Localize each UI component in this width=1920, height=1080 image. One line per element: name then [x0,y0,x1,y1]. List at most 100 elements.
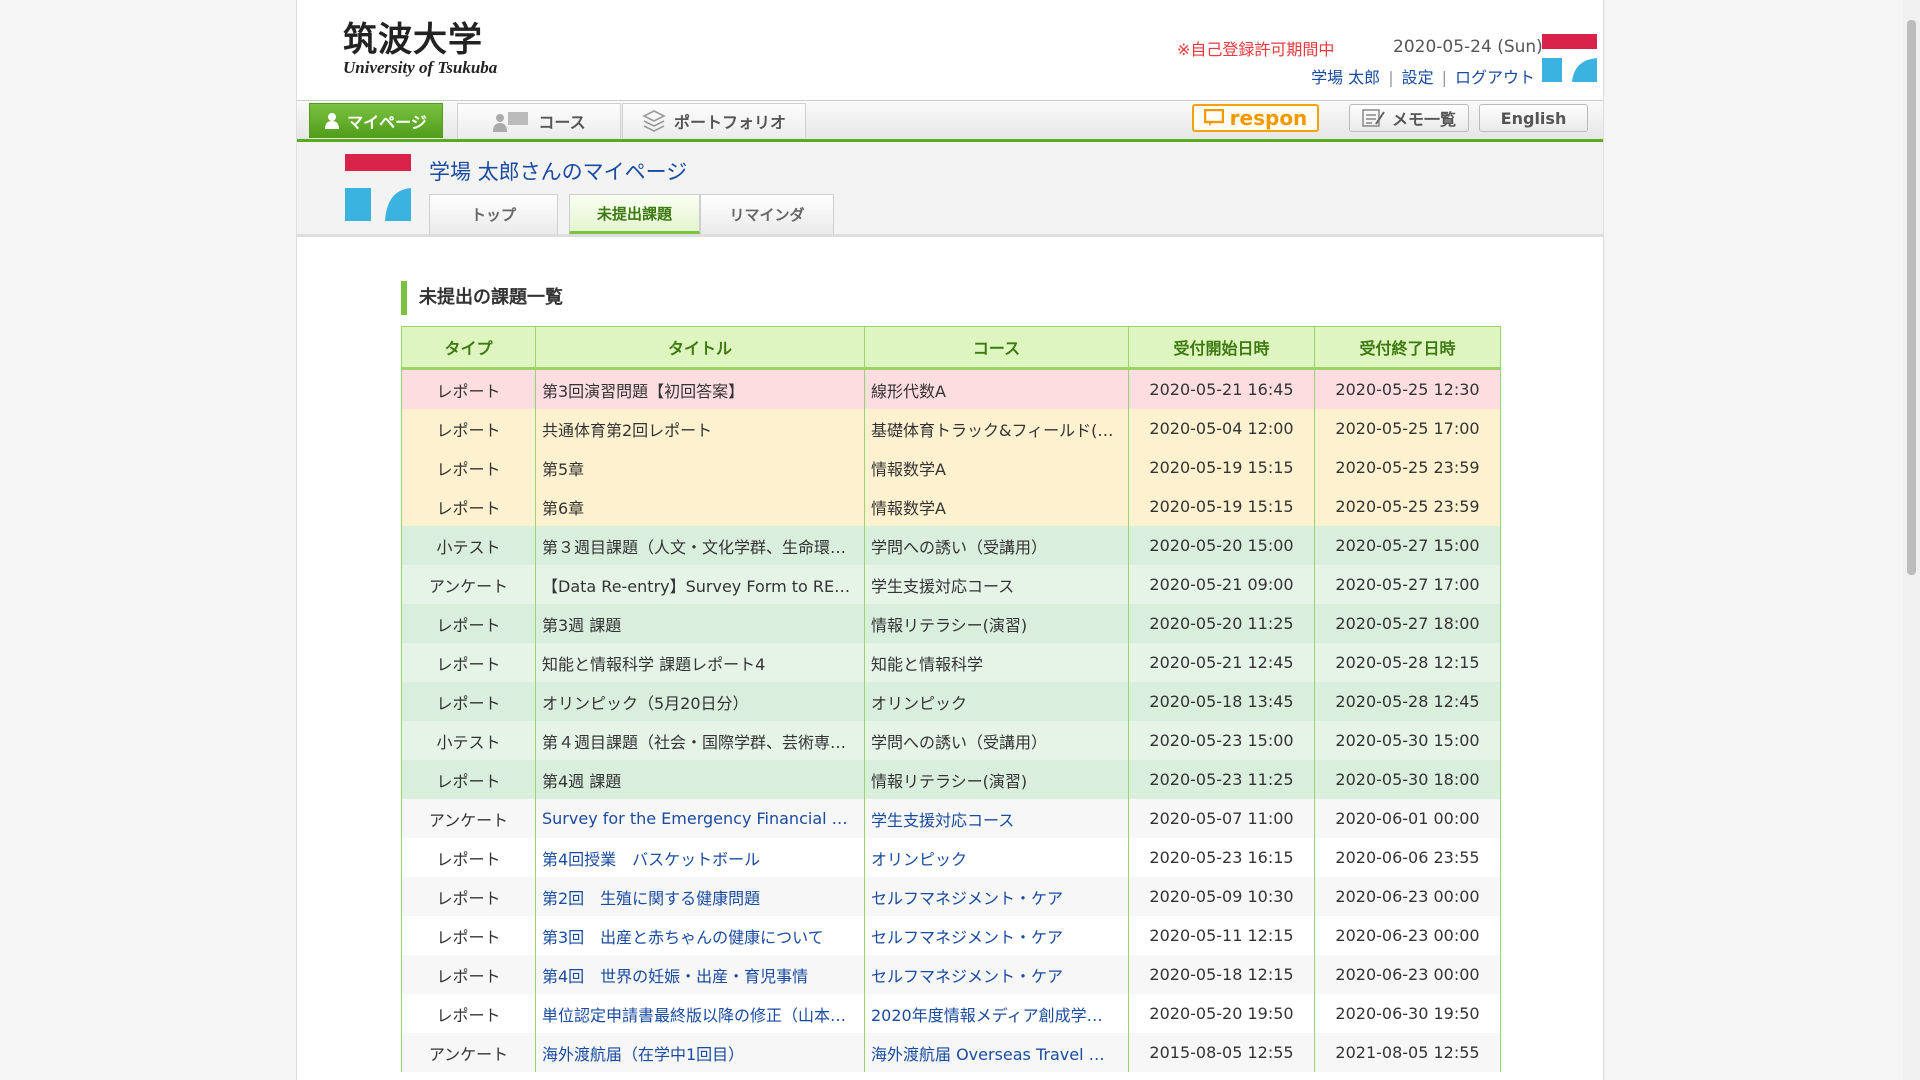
cell-course[interactable]: 2020年度情報メディア創成学… [864,994,1129,1033]
cell-course[interactable]: オリンピック [864,838,1129,877]
cell-start: 2020-05-20 11:25 [1128,604,1315,643]
cell-course[interactable]: 情報数学A [864,448,1129,487]
column-header-end[interactable]: 受付終了日時 [1314,326,1501,370]
cell-end: 2020-06-06 23:55 [1314,838,1501,877]
scrollbar[interactable] [1903,0,1920,1080]
cell-start: 2015-08-05 12:55 [1128,1033,1315,1072]
cell-course[interactable]: 基礎体育トラック&フィールド(… [864,409,1129,448]
respon-label: respon [1229,106,1308,130]
cell-end: 2020-05-30 18:00 [1314,760,1501,799]
cell-course[interactable]: 海外渡航届 Overseas Travel … [864,1033,1129,1072]
cell-title[interactable]: オリンピック（5月20日分） [535,682,865,721]
table-row: レポート 第4回授業 バスケットボール オリンピック 2020-05-23 16:15… [401,838,1501,877]
table-row: レポート 第4週 課題 情報リテラシー(演習) 2020-05-23 11:25 202… [401,760,1501,799]
university-logo[interactable]: 筑波大学 University of Tsukuba [343,22,497,78]
cell-start: 2020-05-18 12:15 [1128,955,1315,994]
cell-title[interactable]: 第2回 生殖に関する健康問題 [535,877,865,916]
table-row: レポート 第3週 課題 情報リテラシー(演習) 2020-05-20 11:25 202… [401,604,1501,643]
respon-button[interactable]: respon [1192,104,1319,132]
tab-reminder[interactable]: リマインダ [700,194,834,234]
cell-type: レポート [401,838,536,877]
cell-start: 2020-05-19 15:15 [1128,487,1315,526]
cell-type: レポート [401,760,536,799]
column-header-course[interactable]: コース [864,326,1129,370]
cell-course[interactable]: 情報リテラシー(演習) [864,760,1129,799]
cell-course[interactable]: 学問への誘い（受講用） [864,526,1129,565]
cell-course[interactable]: 知能と情報科学 [864,643,1129,682]
tab-top[interactable]: トップ [429,194,558,234]
column-header-start[interactable]: 受付開始日時 [1128,326,1315,370]
cell-course[interactable]: オリンピック [864,682,1129,721]
table-row: レポート 第5章 情報数学A 2020-05-19 15:15 2020-05-25 2… [401,448,1501,487]
cell-title[interactable]: 第5章 [535,448,865,487]
cell-title[interactable]: 単位認定申請書最終版以降の修正（山本… [535,994,865,1033]
logout-link[interactable]: ログアウト [1455,68,1535,87]
cell-title[interactable]: 海外渡航届（在学中1回目） [535,1033,865,1072]
scrollbar-thumb[interactable] [1907,20,1916,575]
table-row: レポート 知能と情報科学 課題レポート4 知能と情報科学 2020-05-21 12:… [401,643,1501,682]
cell-course[interactable]: 情報リテラシー(演習) [864,604,1129,643]
column-header-type[interactable]: タイプ [401,326,536,370]
cell-end: 2020-05-25 23:59 [1314,487,1501,526]
cell-course[interactable]: 学生支援対応コース [864,799,1129,838]
cell-end: 2020-05-30 15:00 [1314,721,1501,760]
cell-start: 2020-05-21 16:45 [1128,368,1315,409]
mypage-header: 学場 太郎さんのマイページ トップ 未提出課題 リマインダ [297,142,1603,237]
unsubmitted-tasks-table: タイプ タイトル コース 受付開始日時 受付終了日時 レポート 第3回演習問題【初… [401,326,1501,1072]
cell-title[interactable]: Survey for the Emergency Financial … [535,799,865,838]
cell-title[interactable]: 共通体育第2回レポート [535,409,865,448]
english-button[interactable]: English [1479,104,1588,132]
cell-course[interactable]: 線形代数A [864,368,1129,409]
memo-icon [1362,109,1385,127]
cell-title[interactable]: 第6章 [535,487,865,526]
tab-portfolio[interactable]: ポートフォリオ [622,103,806,138]
table-row: 小テスト 第３週目課題（人文・文化学群、生命環… 学問への誘い（受講用） 2020-0… [401,526,1501,565]
cell-type: アンケート [401,1033,536,1072]
cell-course[interactable]: セルフマネジメント・ケア [864,877,1129,916]
cell-title[interactable]: 第3回演習問題【初回答案】 [535,368,865,409]
cell-title[interactable]: 第4週 課題 [535,760,865,799]
table-body: レポート 第3回演習問題【初回答案】 線形代数A 2020-05-21 16:45 20… [401,368,1501,1072]
cell-title[interactable]: 第３週目課題（人文・文化学群、生命環… [535,526,865,565]
self-registration-notice: ※自己登録許可期間中 [1177,40,1335,59]
cell-course[interactable]: 学生支援対応コース [864,565,1129,604]
page-title: 学場 太郎さんのマイページ [429,160,688,184]
stack-icon [642,110,666,132]
user-icon [325,113,340,129]
logo-japanese: 筑波大学 [343,20,483,60]
cell-course[interactable]: セルフマネジメント・ケア [864,916,1129,955]
cell-start: 2020-05-11 12:15 [1128,916,1315,955]
tab-unsubmitted[interactable]: 未提出課題 [569,194,700,234]
cell-course[interactable]: 学問への誘い（受講用） [864,721,1129,760]
cell-start: 2020-05-19 15:15 [1128,448,1315,487]
cell-start: 2020-05-21 12:45 [1128,643,1315,682]
cell-type: レポート [401,994,536,1033]
tab-mypage[interactable]: マイページ [309,103,443,138]
cell-title[interactable]: 知能と情報科学 課題レポート4 [535,643,865,682]
cell-course[interactable]: 情報数学A [864,487,1129,526]
column-header-title[interactable]: タイトル [535,326,865,370]
table-row: レポート 第3回 出産と赤ちゃんの健康について セルフマネジメント・ケア 2020-0… [401,916,1501,955]
separator: | [1441,68,1447,87]
cell-title[interactable]: 第3週 課題 [535,604,865,643]
cell-start: 2020-05-07 11:00 [1128,799,1315,838]
people-icon [493,112,529,132]
english-label: English [1500,108,1567,128]
cell-end: 2020-06-23 00:00 [1314,916,1501,955]
tab-course[interactable]: コース [457,103,621,138]
cell-title[interactable]: 第4回 世界の妊娠・出産・育児事情 [535,955,865,994]
cell-title[interactable]: 【Data Re-entry】Survey Form to RE… [535,565,865,604]
cell-course[interactable]: セルフマネジメント・ケア [864,955,1129,994]
cell-start: 2020-05-09 10:30 [1128,877,1315,916]
cell-title[interactable]: 第4回授業 バスケットボール [535,838,865,877]
cell-title[interactable]: 第3回 出産と赤ちゃんの健康について [535,916,865,955]
page-container: 筑波大学 University of Tsukuba ※自己登録許可期間中 20… [296,0,1604,1080]
cell-title[interactable]: 第４週目課題（社会・国際学群、芸術専… [535,721,865,760]
tab-course-label: コース [538,113,586,132]
memo-list-button[interactable]: メモ一覧 [1349,104,1469,132]
tsukuba-logo-mark [345,154,411,221]
cell-start: 2020-05-21 09:00 [1128,565,1315,604]
user-name-link[interactable]: 学場 太郎 [1311,68,1380,87]
cell-end: 2020-05-27 18:00 [1314,604,1501,643]
settings-link[interactable]: 設定 [1402,68,1434,87]
